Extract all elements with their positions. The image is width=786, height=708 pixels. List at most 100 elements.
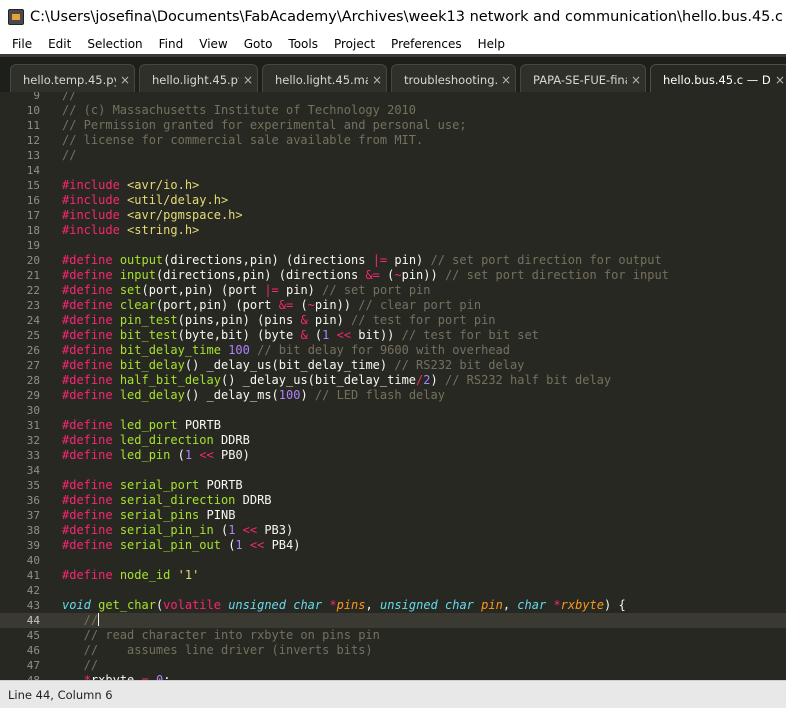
code-token: led_port: [119, 418, 178, 432]
line-number: 48: [0, 673, 40, 680]
code-line[interactable]: 47 //: [0, 658, 786, 673]
tab-5[interactable]: PAPA-SE-FUE-final ×: [520, 64, 646, 92]
code-line[interactable]: 39 #define serial_pin_out (1 << PB4): [0, 538, 786, 553]
code-text: #define serial_direction DDRB: [62, 493, 272, 508]
code-line[interactable]: 18 #include <string.h>: [0, 223, 786, 238]
code-line[interactable]: 44 //: [0, 613, 786, 628]
code-token: #define: [62, 508, 113, 522]
line-number: 16: [26, 194, 40, 207]
menu-item-edit[interactable]: Edit: [40, 34, 79, 54]
menu-item-tools[interactable]: Tools: [280, 34, 326, 54]
code-line[interactable]: 36 #define serial_direction DDRB: [0, 493, 786, 508]
code-line[interactable]: 48 *rxbyte = 0;: [0, 673, 786, 680]
tab-4[interactable]: troubleshooting.t ×: [391, 64, 516, 92]
line-number: 20: [26, 254, 40, 267]
code-token: <string.h>: [127, 223, 200, 237]
code-line[interactable]: 29 #define led_delay() _delay_ms(100) // …: [0, 388, 786, 403]
code-line[interactable]: 19: [0, 238, 786, 253]
code-line[interactable]: 45 // read character into rxbyte on pins…: [0, 628, 786, 643]
code-line[interactable]: 27 #define bit_delay() _delay_us(bit_dela…: [0, 358, 786, 373]
menu-item-view[interactable]: View: [191, 34, 235, 54]
line-number: 9: [33, 92, 40, 102]
code-line[interactable]: 11 // Permission granted for experimental…: [0, 118, 786, 133]
code-token: #define: [62, 568, 113, 582]
line-number: 35: [26, 479, 40, 492]
tab-2[interactable]: hello.light.45.py ×: [139, 64, 258, 92]
code-token: |=: [264, 283, 279, 297]
line-number: 38: [26, 524, 40, 537]
tab-1[interactable]: hello.temp.45.py ×: [10, 64, 135, 92]
code-token: #include: [62, 178, 120, 192]
code-line[interactable]: 31 #define led_port PORTB: [0, 418, 786, 433]
code-token: <<: [199, 448, 214, 462]
code-line[interactable]: 25 #define bit_test(byte,bit) (byte & (1 …: [0, 328, 786, 343]
code-line[interactable]: 40: [0, 553, 786, 568]
code-line[interactable]: 46 // assumes line driver (inverts bits): [0, 643, 786, 658]
code-line[interactable]: 16 #include <util/delay.h>: [0, 193, 786, 208]
code-text: //: [62, 658, 98, 673]
menu-item-preferences[interactable]: Preferences: [383, 34, 470, 54]
code-line[interactable]: 34: [0, 463, 786, 478]
code-line[interactable]: 42: [0, 583, 786, 598]
code-line[interactable]: 26 #define bit_delay_time 100 // bit dela…: [0, 343, 786, 358]
close-icon[interactable]: ×: [116, 73, 134, 87]
code-token: bit_delay_time: [119, 343, 221, 357]
tab-3[interactable]: hello.light.45.mak×: [262, 64, 387, 92]
code-line[interactable]: 10 // (c) Massachusetts Institute of Tech…: [0, 103, 786, 118]
menu-item-help[interactable]: Help: [470, 34, 513, 54]
code-line[interactable]: 14: [0, 163, 786, 178]
code-line[interactable]: 28 #define half_bit_delay() _delay_us(bit…: [0, 373, 786, 388]
menu-item-selection[interactable]: Selection: [79, 34, 150, 54]
line-number: 21: [26, 269, 40, 282]
code-token: *: [329, 598, 337, 612]
close-icon[interactable]: ×: [771, 73, 786, 87]
code-token: unsigned: [228, 598, 286, 612]
code-line[interactable]: 13 //: [0, 148, 786, 163]
code-token: () _delay_ms(: [184, 388, 279, 402]
code-token: #define: [62, 358, 113, 372]
code-token: pins: [336, 598, 366, 612]
tab-6[interactable]: hello.bus.45.c — D ×: [650, 64, 786, 92]
code-text: #define serial_pin_out (1 << PB4): [62, 538, 300, 553]
code-line[interactable]: 24 #define pin_test(pins,pin) (pins & pin…: [0, 313, 786, 328]
code-token: #define: [62, 253, 113, 267]
code-token: // RS232 bit delay: [394, 358, 525, 372]
close-icon[interactable]: ×: [497, 73, 515, 87]
code-line[interactable]: 23 #define clear(port,pin) (port &= (~pin…: [0, 298, 786, 313]
code-line[interactable]: 15 #include <avr/io.h>: [0, 178, 786, 193]
code-line[interactable]: 41 #define node_id '1': [0, 568, 786, 583]
code-line[interactable]: 43 void get_char(volatile unsigned char *…: [0, 598, 786, 613]
menu-item-project[interactable]: Project: [326, 34, 383, 54]
code-line[interactable]: 30: [0, 403, 786, 418]
line-number: 13: [26, 149, 40, 162]
code-line[interactable]: 35 #define serial_port PORTB: [0, 478, 786, 493]
code-line[interactable]: 37 #define serial_pins PINB: [0, 508, 786, 523]
code-editor[interactable]: 9 // 10 // (c) Massachusetts Institute of T…: [0, 92, 786, 680]
close-icon[interactable]: ×: [627, 73, 645, 87]
code-token: serial_direction: [119, 493, 236, 507]
code-line[interactable]: 21 #define input(directions,pin) (directi…: [0, 268, 786, 283]
code-token: (: [379, 268, 395, 282]
code-line[interactable]: 22 #define set(port,pin) (port |= pin) //…: [0, 283, 786, 298]
menu-item-find[interactable]: Find: [151, 34, 192, 54]
code-line[interactable]: 32 #define led_direction DDRB: [0, 433, 786, 448]
code-token: #define: [62, 328, 113, 342]
code-line[interactable]: 38 #define serial_pin_in (1 << PB3): [0, 523, 786, 538]
menu-item-goto[interactable]: Goto: [236, 34, 281, 54]
code-token: pin): [387, 253, 431, 267]
line-number: 22: [26, 284, 40, 297]
code-line[interactable]: 17 #include <avr/pgmspace.h>: [0, 208, 786, 223]
close-icon[interactable]: ×: [368, 73, 386, 87]
code-line[interactable]: 20 #define output(directions,pin) (direct…: [0, 253, 786, 268]
code-line[interactable]: 12 // license for commercial sale availab…: [0, 133, 786, 148]
close-icon[interactable]: ×: [239, 73, 257, 87]
code-line[interactable]: 9 //: [0, 92, 786, 103]
line-number: 34: [26, 464, 40, 477]
code-token: PORTB: [199, 478, 243, 492]
code-token: (directions,pin) (directions: [155, 268, 366, 282]
code-text: //: [62, 613, 100, 628]
code-line[interactable]: 33 #define led_pin (1 << PB0): [0, 448, 786, 463]
menu-item-file[interactable]: File: [4, 34, 40, 54]
